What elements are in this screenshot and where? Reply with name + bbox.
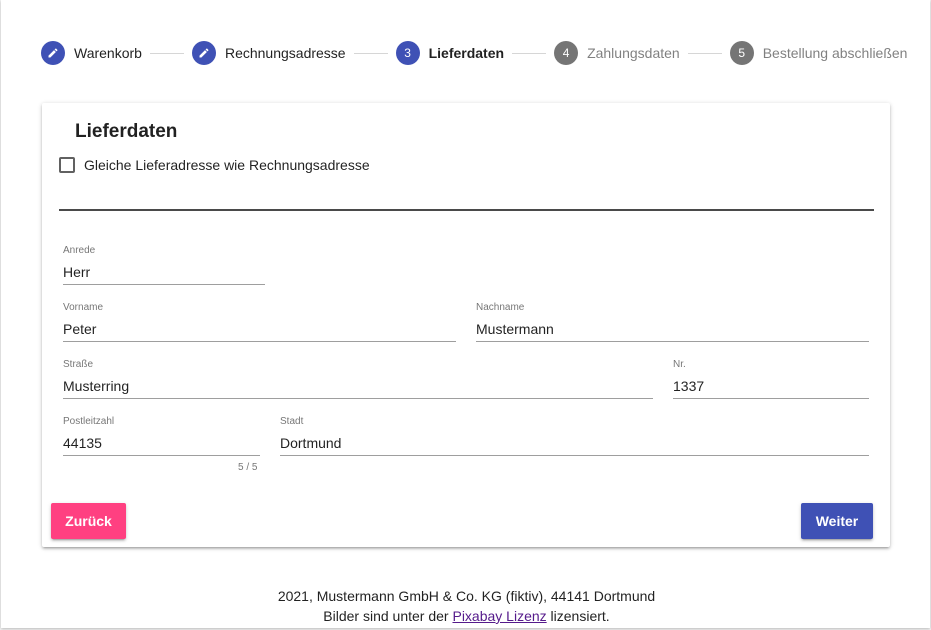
back-button[interactable]: Zurück bbox=[51, 503, 126, 539]
same-address-option[interactable]: Gleiche Lieferadresse wie Rechnungsadres… bbox=[59, 157, 370, 173]
nr-label: Nr. bbox=[673, 359, 686, 370]
step-label: Lieferdaten bbox=[428, 45, 505, 61]
plz-field[interactable]: Postleitzahl 44135 bbox=[63, 416, 260, 456]
checkout-page: Warenkorb Rechnungsadresse 3 Lieferdaten… bbox=[1, 0, 930, 628]
anrede-label: Anrede bbox=[63, 245, 96, 256]
plz-label: Postleitzahl bbox=[63, 416, 115, 427]
pixabay-license-link[interactable]: Pixabay Lizenz bbox=[452, 608, 546, 624]
step-label: Bestellung abschließen bbox=[762, 45, 908, 61]
next-button[interactable]: Weiter bbox=[801, 503, 873, 539]
same-address-checkbox[interactable] bbox=[59, 157, 75, 173]
step-lieferdaten[interactable]: 3 Lieferdaten bbox=[395, 41, 505, 65]
step-rechnungsadresse[interactable]: Rechnungsadresse bbox=[191, 41, 346, 65]
stadt-field[interactable]: Stadt Dortmund bbox=[280, 416, 869, 456]
step-number: 5 bbox=[729, 41, 754, 65]
checkout-stepper: Warenkorb Rechnungsadresse 3 Lieferdaten… bbox=[41, 40, 907, 66]
card-title: Lieferdaten bbox=[75, 121, 178, 142]
anrede-field[interactable]: Anrede Herr bbox=[63, 245, 265, 285]
nachname-label: Nachname bbox=[476, 302, 525, 313]
step-bestellung-abschliessen[interactable]: 5 Bestellung abschließen bbox=[729, 41, 908, 65]
footer-license-suffix: lizensiert. bbox=[546, 608, 610, 624]
footer-company: 2021, Mustermann GmbH & Co. KG (fiktiv),… bbox=[277, 588, 656, 604]
footer-license: Bilder sind unter der Pixabay Lizenz liz… bbox=[1, 606, 931, 626]
vorname-input[interactable]: Peter bbox=[63, 316, 456, 342]
plz-char-counter: 5 / 5 bbox=[238, 462, 258, 473]
step-divider bbox=[512, 52, 547, 54]
edit-icon bbox=[41, 41, 65, 65]
step-number: 3 bbox=[395, 41, 420, 65]
nachname-input[interactable]: Mustermann bbox=[476, 316, 869, 342]
delivery-card: Lieferdaten Gleiche Lieferadresse wie Re… bbox=[42, 103, 890, 547]
step-number: 4 bbox=[554, 41, 579, 65]
strasse-input[interactable]: Musterring bbox=[63, 373, 653, 399]
vorname-label: Vorname bbox=[63, 302, 104, 313]
strasse-field[interactable]: Straße Musterring bbox=[63, 359, 653, 399]
footer: 2021, Mustermann GmbH & Co. KG (fiktiv),… bbox=[1, 586, 931, 626]
anrede-select[interactable]: Herr bbox=[63, 259, 265, 285]
strasse-label: Straße bbox=[63, 359, 94, 370]
footer-license-prefix: Bilder sind unter der bbox=[323, 608, 453, 624]
same-address-label: Gleiche Lieferadresse wie Rechnungsadres… bbox=[84, 157, 370, 173]
step-label: Warenkorb bbox=[74, 45, 142, 61]
nr-field[interactable]: Nr. 1337 bbox=[673, 359, 869, 399]
vorname-field[interactable]: Vorname Peter bbox=[63, 302, 456, 342]
step-zahlungsdaten[interactable]: 4 Zahlungsdaten bbox=[554, 41, 680, 65]
edit-icon bbox=[191, 41, 216, 65]
nachname-field[interactable]: Nachname Mustermann bbox=[476, 302, 869, 342]
divider bbox=[59, 209, 874, 211]
step-label: Zahlungsdaten bbox=[587, 45, 680, 61]
step-warenkorb[interactable]: Warenkorb bbox=[41, 41, 142, 65]
step-label: Rechnungsadresse bbox=[224, 45, 346, 61]
plz-input[interactable]: 44135 bbox=[63, 430, 260, 456]
step-divider bbox=[353, 52, 388, 54]
stadt-label: Stadt bbox=[280, 416, 304, 427]
step-divider bbox=[149, 52, 184, 54]
nr-input[interactable]: 1337 bbox=[673, 373, 869, 399]
step-divider bbox=[687, 52, 722, 54]
stadt-input[interactable]: Dortmund bbox=[280, 430, 869, 456]
